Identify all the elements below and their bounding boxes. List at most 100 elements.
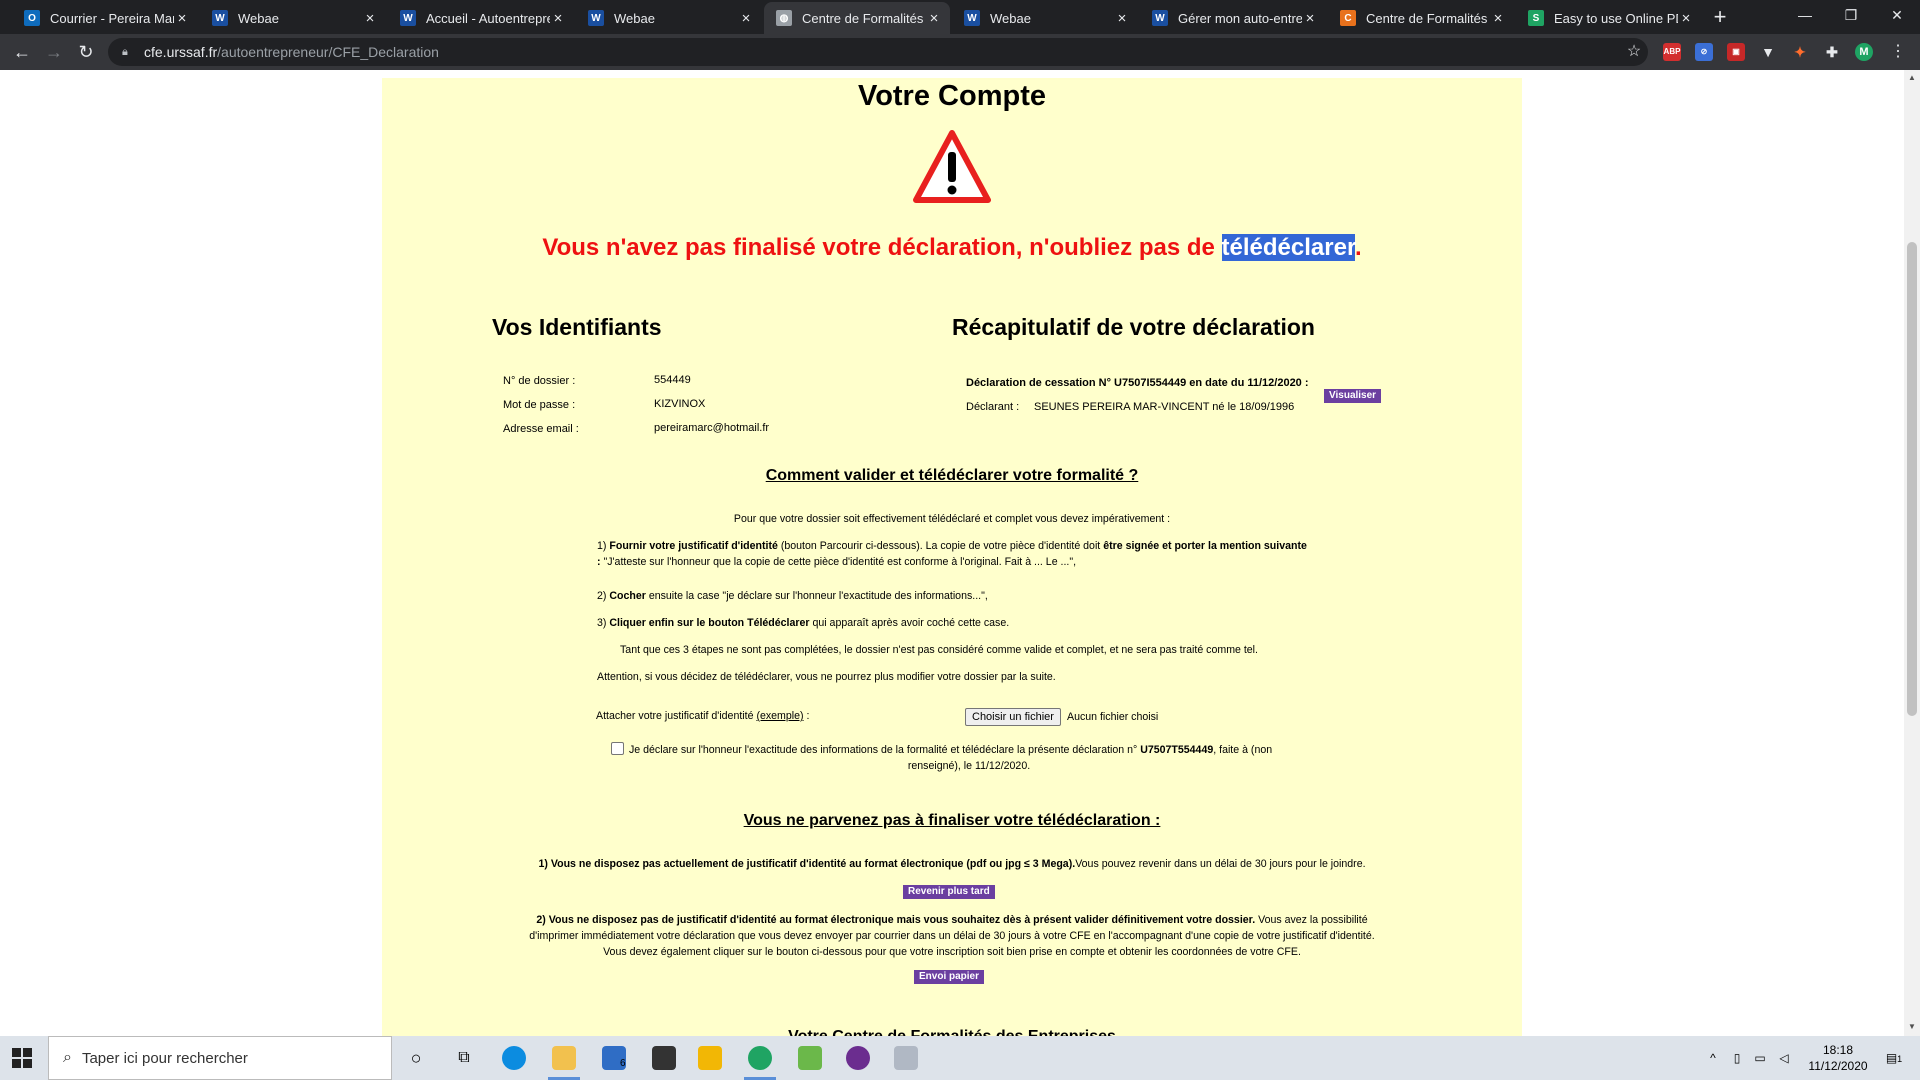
search-icon: ⌕	[63, 1049, 72, 1066]
clock[interactable]: 18:18 11/12/2020	[1796, 1036, 1880, 1080]
extension-icon[interactable]: ✦	[1791, 43, 1809, 61]
tab-title: Courrier - Pereira Marc	[50, 10, 174, 26]
windows-start-icon[interactable]	[12, 1048, 32, 1068]
network-icon[interactable]: ▭	[1750, 1036, 1770, 1080]
taskbar-search-box[interactable]: ⌕ Taper ici pour rechercher	[48, 1036, 392, 1080]
mail-badge: 6	[620, 1058, 626, 1069]
cortana-icon[interactable]: ○	[404, 1046, 428, 1070]
cfe-icon: C	[1340, 10, 1356, 26]
store-icon[interactable]	[652, 1046, 676, 1070]
declare-honor-checkbox[interactable]	[611, 742, 624, 755]
step-3-number: 3)	[597, 617, 610, 629]
choose-file-button[interactable]: Choisir un fichier	[965, 708, 1061, 726]
browser-tab[interactable]: O Courrier - Pereira Marc ×	[12, 2, 198, 34]
close-window-button[interactable]: ✕	[1874, 0, 1920, 34]
address-bar[interactable]: 🔒︎ cfe.urssaf.fr/autoentrepreneur/CFE_De…	[108, 38, 1648, 66]
option-2-line2: d'imprimer immédiatement votre déclarati…	[529, 930, 1375, 942]
tab-title: Easy to use Online PDF	[1554, 10, 1678, 26]
password-label: Mot de passe :	[503, 399, 576, 411]
paper-submission-button[interactable]: Envoi papier	[914, 970, 985, 984]
new-tab-button[interactable]: +	[1706, 4, 1734, 32]
extension-icon[interactable]: ▣	[1727, 43, 1745, 61]
step-1-bold: Fournir votre justificatif d'identité	[609, 540, 778, 552]
email-value: pereiramarc@hotmail.fr	[654, 422, 770, 434]
back-button[interactable]: ←	[8, 38, 36, 66]
minimize-button[interactable]: —	[1782, 0, 1828, 34]
browser-tab[interactable]: W Webae ×	[200, 2, 386, 34]
declare-text: Je déclare sur l'honneur l'exactitude de…	[629, 744, 1141, 756]
cannot-finalise-heading: Vous ne parvenez pas à finaliser votre t…	[743, 812, 1161, 829]
come-back-later-button[interactable]: Revenir plus tard	[903, 885, 995, 899]
declarant-value: SEUNES PEREIRA MAR-VINCENT né le 18/09/1…	[1034, 401, 1295, 413]
extensions-puzzle-icon[interactable]: ✚	[1823, 43, 1841, 61]
example-link[interactable]: (exemple)	[756, 710, 803, 722]
profile-avatar[interactable]: M	[1855, 43, 1873, 61]
browser-tab[interactable]: W Accueil - Autoentrepreneur×	[388, 2, 574, 34]
scroll-up-arrow-icon[interactable]: ▲	[1904, 73, 1920, 82]
tab-close-icon[interactable]: ×	[1678, 10, 1694, 27]
file-number-value: 554449	[654, 374, 691, 386]
attach-row: Attacher votre justificatif d'identité (…	[596, 708, 809, 724]
tab-close-icon[interactable]: ×	[738, 10, 754, 27]
webae-icon: W	[964, 10, 980, 26]
page-title: Votre Compte	[858, 80, 1046, 112]
file-explorer-icon[interactable]	[552, 1046, 576, 1070]
forward-button[interactable]: →	[40, 38, 68, 66]
visualiser-button[interactable]: Visualiser	[1324, 389, 1382, 403]
tab-close-icon[interactable]: ×	[362, 10, 378, 27]
tab-close-icon[interactable]: ×	[1114, 10, 1130, 27]
chrome-icon[interactable]	[748, 1046, 772, 1070]
tray-device-icon[interactable]: ▯	[1728, 1036, 1746, 1080]
page-content: Votre Compte Vous n'avez pas finalisé vo…	[382, 78, 1522, 1036]
bookmark-star-icon[interactable]: ☆	[1620, 38, 1648, 66]
extension-icon[interactable]: ⊘	[1695, 43, 1713, 61]
browser-tab[interactable]: W Webae ×	[952, 2, 1138, 34]
attach-label: Attacher votre justificatif d'identité	[596, 710, 754, 722]
browser-tab[interactable]: W Gérer mon auto-entreprise×	[1140, 2, 1326, 34]
tray-chevron-icon[interactable]: ^	[1704, 1036, 1722, 1080]
step-2-number: 2)	[597, 590, 610, 602]
notifications-icon[interactable]: ▤1	[1880, 1036, 1908, 1080]
option-2: 2) Vous ne disposez pas de justificatif …	[382, 912, 1522, 928]
restore-button[interactable]: ❐	[1828, 0, 1874, 34]
password-value: KIZVINOX	[654, 398, 706, 410]
option-1-bold: 1) Vous ne disposez pas actuellement de …	[538, 858, 1076, 870]
browser-tab[interactable]: C Centre de Formalités des×	[1328, 2, 1514, 34]
page-scrollbar[interactable]: ▲ ▼	[1904, 70, 1920, 1036]
scrollbar-thumb[interactable]	[1907, 242, 1917, 716]
paint-icon[interactable]	[894, 1046, 918, 1070]
power-bi-icon[interactable]	[698, 1046, 722, 1070]
step-2: 2) Cocher ensuite la case "je déclare su…	[597, 588, 988, 604]
volume-icon[interactable]: ◁	[1774, 1036, 1794, 1080]
vuetools-extension-icon[interactable]: ▼	[1759, 43, 1777, 61]
step-2-text: ensuite la case "je déclare sur l'honneu…	[645, 590, 988, 602]
webae-icon: W	[400, 10, 416, 26]
option-1: 1) Vous ne disposez pas actuellement de …	[382, 856, 1522, 872]
tab-close-icon[interactable]: ×	[174, 10, 190, 27]
tab-title: Webae	[614, 10, 655, 26]
tab-close-icon[interactable]: ×	[1490, 10, 1506, 27]
clock-date: 11/12/2020	[1808, 1059, 1868, 1073]
browser-tab[interactable]: W Webae ×	[576, 2, 762, 34]
browser-tab[interactable]: S Easy to use Online PDF×	[1516, 2, 1702, 34]
tab-close-icon[interactable]: ×	[926, 10, 942, 27]
app-icon[interactable]	[846, 1046, 870, 1070]
step-2-bold: Cocher	[609, 590, 646, 602]
url-path: /autoentrepreneur/CFE_Declaration	[217, 44, 439, 60]
reload-button[interactable]: ↻	[72, 38, 100, 66]
edge-icon[interactable]	[502, 1046, 526, 1070]
option-2-bold: 2) Vous ne disposez pas de justificatif …	[536, 914, 1256, 926]
tab-close-icon[interactable]: ×	[550, 10, 566, 27]
task-view-icon[interactable]: ⧉	[452, 1046, 476, 1070]
tab-close-icon[interactable]: ×	[1302, 10, 1318, 27]
declaration-line: Déclaration de cessation N° U7507I554449…	[966, 377, 1309, 389]
how-to-intro: Pour que votre dossier soit effectivemen…	[733, 513, 1171, 525]
browser-menu-icon[interactable]: ⋮	[1884, 38, 1912, 66]
adblock-extension-icon[interactable]: ABP	[1663, 43, 1681, 61]
attention-note: Attention, si vous décidez de télédéclar…	[597, 671, 1056, 683]
outlook-icon: O	[24, 10, 40, 26]
snipping-tool-icon[interactable]	[798, 1046, 822, 1070]
how-to-heading: Comment valider et télédéclarer votre fo…	[765, 467, 1139, 484]
browser-tab[interactable]: ◍ Centre de Formalités des×	[764, 2, 950, 34]
scroll-down-arrow-icon[interactable]: ▼	[1904, 1022, 1920, 1031]
